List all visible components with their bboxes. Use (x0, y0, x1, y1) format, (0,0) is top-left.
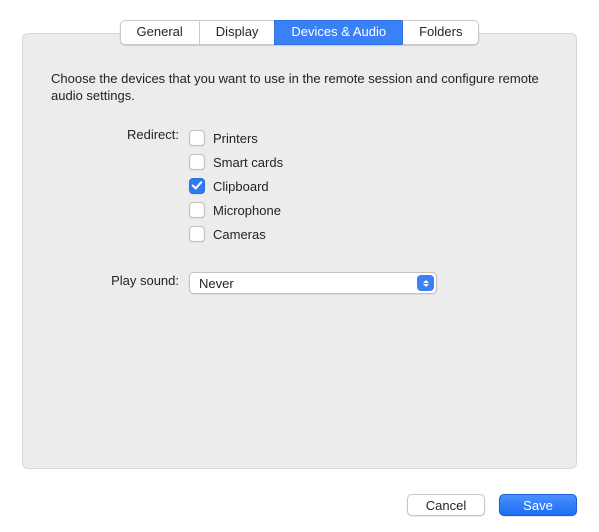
redirect-row: Redirect: Printers Smart cards Clipboard… (51, 126, 548, 246)
redirect-option-clipboard[interactable]: Clipboard (189, 174, 548, 198)
tabs-bar: General Display Devices & Audio Folders (10, 20, 589, 45)
play-sound-value: Never (199, 276, 234, 291)
panel-description: Choose the devices that you want to use … (51, 70, 548, 104)
checkbox-icon[interactable] (189, 178, 205, 194)
tab-strip: General Display Devices & Audio Folders (120, 20, 480, 45)
preferences-window: General Display Devices & Audio Folders … (0, 0, 599, 532)
redirect-option-printers[interactable]: Printers (189, 126, 548, 150)
tab-folders[interactable]: Folders (402, 20, 479, 45)
play-sound-label: Play sound: (51, 272, 189, 294)
updown-arrows-icon (417, 275, 434, 291)
play-sound-control: Never (189, 272, 548, 294)
tab-devices-audio[interactable]: Devices & Audio (274, 20, 402, 45)
play-sound-select[interactable]: Never (189, 272, 437, 294)
devices-audio-panel: Choose the devices that you want to use … (22, 33, 577, 469)
checkbox-icon[interactable] (189, 130, 205, 146)
redirect-option-smart-cards[interactable]: Smart cards (189, 150, 548, 174)
checkbox-icon[interactable] (189, 226, 205, 242)
cancel-button[interactable]: Cancel (407, 494, 485, 516)
checkbox-label: Clipboard (213, 179, 269, 194)
save-button[interactable]: Save (499, 494, 577, 516)
checkbox-label: Printers (213, 131, 258, 146)
tab-display[interactable]: Display (199, 20, 275, 45)
redirect-label: Redirect: (51, 126, 189, 246)
redirect-option-cameras[interactable]: Cameras (189, 222, 548, 246)
checkbox-icon[interactable] (189, 154, 205, 170)
dialog-footer: Cancel Save (407, 494, 577, 516)
redirect-options: Printers Smart cards Clipboard Microphon… (189, 126, 548, 246)
redirect-option-microphone[interactable]: Microphone (189, 198, 548, 222)
checkbox-label: Cameras (213, 227, 266, 242)
checkbox-label: Microphone (213, 203, 281, 218)
play-sound-row: Play sound: Never (51, 272, 548, 294)
checkbox-icon[interactable] (189, 202, 205, 218)
checkbox-label: Smart cards (213, 155, 283, 170)
tab-general[interactable]: General (120, 20, 199, 45)
